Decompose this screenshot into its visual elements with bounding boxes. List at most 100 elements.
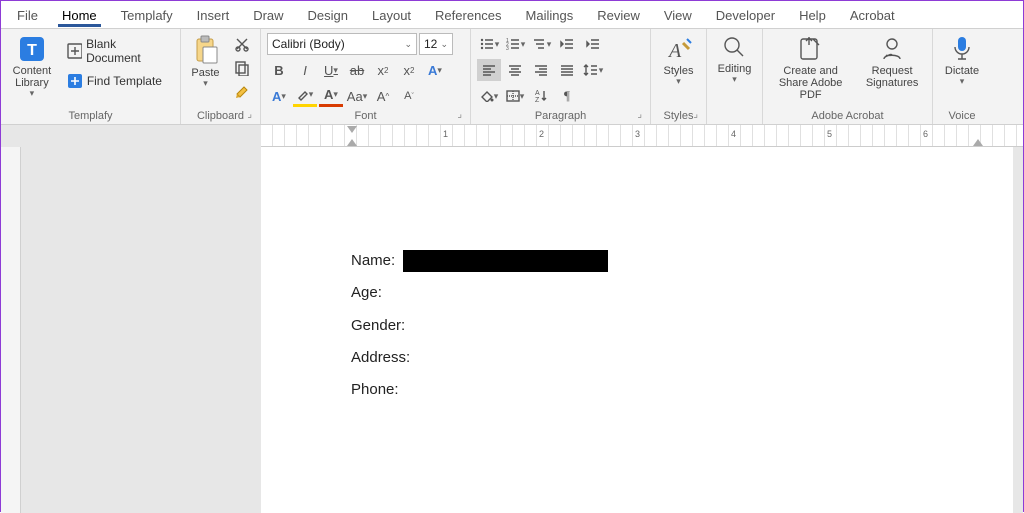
shading-button[interactable]: ▾	[477, 85, 501, 107]
font-color-button[interactable]: A▾	[319, 85, 343, 107]
borders-button[interactable]: ▾	[503, 85, 527, 107]
font-color-fill-button[interactable]: A▾	[267, 85, 291, 107]
tab-acrobat[interactable]: Acrobat	[838, 4, 907, 26]
cut-button[interactable]	[230, 33, 254, 55]
tab-file[interactable]: File	[5, 4, 50, 26]
group-voice: Dictate ▾ Voice	[933, 29, 991, 124]
highlight-button[interactable]: ▾	[293, 85, 317, 107]
line-spacing-button[interactable]: ▾	[581, 59, 605, 81]
format-painter-button[interactable]	[230, 81, 254, 103]
group-label-clipboard: Clipboard	[187, 108, 254, 122]
document-page[interactable]: Name: Age: Gender: Address: Phone:	[261, 147, 1013, 513]
sort-button[interactable]: AZ	[529, 85, 553, 107]
first-line-indent-marker[interactable]	[347, 126, 357, 133]
chevron-down-icon: ▾	[960, 77, 965, 87]
create-share-pdf-button[interactable]: Create and Share Adobe PDF	[769, 33, 852, 101]
group-label-adobe: Adobe Acrobat	[769, 108, 926, 122]
highlighter-icon	[297, 89, 309, 101]
editing-button[interactable]: Editing ▾	[713, 33, 756, 85]
align-right-button[interactable]	[529, 59, 553, 81]
increase-indent-button[interactable]	[581, 33, 605, 55]
menu-tabs: File Home Templafy Insert Draw Design La…	[1, 1, 1023, 29]
group-templafy: T Content Library ▾ Blank Document Find …	[1, 29, 181, 124]
paste-button[interactable]: Paste ▾	[187, 33, 224, 89]
group-label-font: Font	[267, 108, 464, 122]
workspace: Name: Age: Gender: Address: Phone:	[1, 147, 1023, 513]
right-indent-marker[interactable]	[973, 139, 983, 146]
styles-button[interactable]: A Styles ▾	[657, 33, 700, 87]
request-signatures-button[interactable]: Request Signatures	[858, 33, 926, 89]
create-share-pdf-label: Create and Share Adobe PDF	[769, 65, 852, 101]
multilevel-list-button[interactable]: ▾	[529, 33, 553, 55]
tab-design[interactable]: Design	[296, 4, 360, 26]
request-signatures-label: Request Signatures	[858, 65, 926, 89]
content-library-button[interactable]: T Content Library ▾	[7, 33, 57, 99]
grow-font-button[interactable]: A^	[371, 85, 395, 107]
field-age: Age:	[351, 277, 925, 309]
align-right-icon	[534, 64, 548, 76]
group-label-paragraph: Paragraph	[477, 108, 644, 122]
bullets-button[interactable]: ▾	[477, 33, 501, 55]
numbering-icon: 123	[505, 37, 521, 51]
line-spacing-icon	[583, 63, 599, 77]
tab-references[interactable]: References	[423, 4, 513, 26]
tab-insert[interactable]: Insert	[185, 4, 242, 26]
content-library-icon: T	[18, 35, 46, 63]
group-label-styles: Styles	[657, 108, 700, 122]
text-effects-button[interactable]: A▾	[423, 59, 447, 81]
chevron-down-icon: ▾	[676, 77, 681, 87]
tab-developer[interactable]: Developer	[704, 4, 787, 26]
tab-help[interactable]: Help	[787, 4, 838, 26]
pdf-share-icon	[797, 35, 825, 63]
underline-button[interactable]: U▾	[319, 59, 343, 81]
tab-layout[interactable]: Layout	[360, 4, 423, 26]
change-case-button[interactable]: Aa▾	[345, 85, 369, 107]
label-name: Name:	[351, 245, 395, 277]
superscript-button[interactable]: x2	[397, 59, 421, 81]
chevron-down-icon: ▾	[732, 75, 737, 85]
horizontal-ruler[interactable]: 1 2 3 4 5 6	[261, 125, 1023, 147]
tab-draw[interactable]: Draw	[241, 4, 295, 26]
tab-templafy[interactable]: Templafy	[109, 4, 185, 26]
group-adobe: Create and Share Adobe PDF Request Signa…	[763, 29, 933, 124]
font-size-selector[interactable]: 12⌄	[419, 33, 453, 55]
sort-icon: AZ	[534, 89, 548, 103]
align-left-button[interactable]	[477, 59, 501, 81]
blank-document-button[interactable]: Blank Document	[63, 35, 174, 67]
font-name-value: Calibri (Body)	[272, 37, 345, 51]
group-editing: Editing ▾	[707, 29, 763, 124]
label-gender: Gender:	[351, 310, 405, 342]
justify-button[interactable]	[555, 59, 579, 81]
dictate-button[interactable]: Dictate ▾	[939, 33, 985, 87]
italic-button[interactable]: I	[293, 59, 317, 81]
vertical-ruler[interactable]	[1, 147, 21, 513]
tab-review[interactable]: Review	[585, 4, 652, 26]
decrease-indent-button[interactable]	[555, 33, 579, 55]
tab-mailings[interactable]: Mailings	[514, 4, 586, 26]
group-label-templafy: Templafy	[7, 108, 174, 122]
ruler-tick-3: 3	[635, 129, 640, 139]
tab-home[interactable]: Home	[50, 4, 109, 26]
font-name-selector[interactable]: Calibri (Body)⌄	[267, 33, 417, 55]
show-marks-button[interactable]: ¶	[555, 85, 579, 107]
numbering-button[interactable]: 123▾	[503, 33, 527, 55]
ruler-tick-4: 4	[731, 129, 736, 139]
subscript-button[interactable]: x2	[371, 59, 395, 81]
font-size-value: 12	[424, 37, 437, 51]
svg-text:T: T	[27, 42, 37, 59]
copy-button[interactable]	[230, 57, 254, 79]
find-template-label: Find Template	[87, 74, 162, 88]
find-template-button[interactable]: Find Template	[63, 71, 174, 91]
shrink-font-button[interactable]: Aˇ	[397, 85, 421, 107]
group-label-editing	[713, 120, 756, 122]
align-center-button[interactable]	[503, 59, 527, 81]
tab-view[interactable]: View	[652, 4, 704, 26]
hanging-indent-marker[interactable]	[347, 139, 357, 146]
strikethrough-button[interactable]: ab	[345, 59, 369, 81]
bold-button[interactable]: B	[267, 59, 291, 81]
ribbon: T Content Library ▾ Blank Document Find …	[1, 29, 1023, 125]
ruler-tick-6: 6	[923, 129, 928, 139]
align-center-icon	[508, 64, 522, 76]
chevron-down-icon: ▾	[30, 89, 35, 99]
ruler-row: 1 2 3 4 5 6	[1, 125, 1023, 147]
